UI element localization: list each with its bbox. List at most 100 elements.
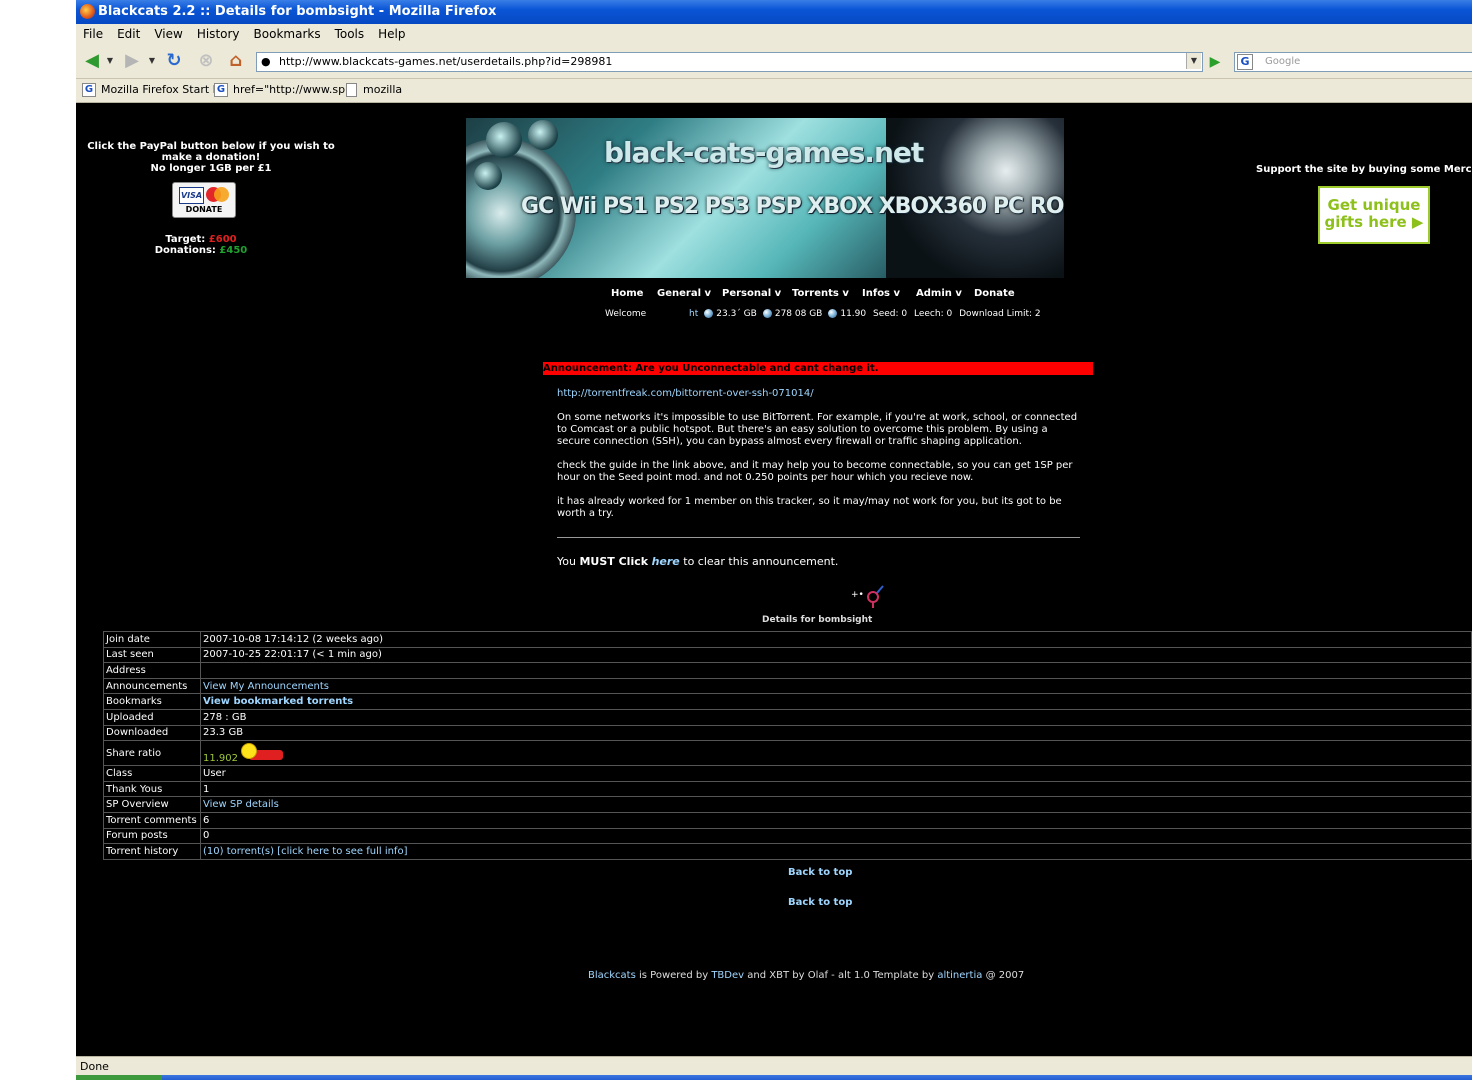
row-label: Downloaded bbox=[103, 724, 201, 742]
menu-history[interactable]: History bbox=[190, 24, 247, 41]
view-announcements-link[interactable]: View My Announcements bbox=[203, 681, 329, 692]
menu-file[interactable]: File bbox=[76, 24, 110, 41]
firefox-window: Blackcats 2.2 :: Details for bombsight -… bbox=[76, 0, 1472, 1080]
table-row: Announcements View My Announcements bbox=[103, 677, 1472, 695]
paypal-donate-button[interactable]: VISA DONATE bbox=[172, 182, 236, 218]
tbdev-link[interactable]: TBDev bbox=[711, 970, 744, 981]
row-label: Uploaded bbox=[103, 708, 201, 726]
downloaded-amount: 23.3´ GB bbox=[716, 309, 757, 319]
announcement-paragraph: On some networks it's impossible to use … bbox=[557, 412, 1078, 447]
page-content: Click the PayPal button below if you wis… bbox=[76, 103, 1472, 1056]
altinertia-link[interactable]: altinertia bbox=[937, 970, 982, 981]
reload-icon[interactable]: ↻ bbox=[162, 50, 186, 72]
menu-bookmarks[interactable]: Bookmarks bbox=[247, 24, 328, 41]
page-footer: Blackcats is Powered by TBDev and XBT by… bbox=[588, 970, 1024, 981]
table-row: Last seen 2007-10-25 22:01:17 (< 1 min ag… bbox=[103, 646, 1472, 664]
table-row: Share ratio 11.902 bbox=[103, 740, 1472, 767]
forward-dropdown-icon[interactable]: ▼ bbox=[146, 50, 158, 72]
row-label: Last seen bbox=[103, 646, 201, 664]
menu-edit[interactable]: Edit bbox=[110, 24, 147, 41]
google-search-icon[interactable]: G bbox=[1237, 54, 1253, 70]
gifts-line: gifts here ▶ bbox=[1324, 213, 1424, 231]
download-limit: Download Limit: 2 bbox=[959, 309, 1041, 319]
nav-infos[interactable]: Infos v bbox=[862, 288, 900, 299]
table-row: Uploaded 278 : GB bbox=[103, 708, 1472, 726]
taskbar bbox=[76, 1075, 1472, 1080]
search-box[interactable]: G Google bbox=[1234, 52, 1472, 72]
nav-personal[interactable]: Personal v bbox=[722, 288, 781, 299]
navigation-toolbar: ◀ ▼ ▶ ▼ ↻ ⊗ ⌂ ● http://www.blackcats-gam… bbox=[76, 45, 1472, 79]
donate-label: DONATE bbox=[185, 205, 223, 214]
bubble-graphic bbox=[474, 162, 502, 190]
upload-globe-icon bbox=[762, 309, 772, 318]
bookmark-href[interactable]: Ghref="http://www.sp... bbox=[214, 83, 356, 97]
back-dropdown-icon[interactable]: ▼ bbox=[104, 50, 116, 72]
nav-torrents[interactable]: Torrents v bbox=[792, 288, 849, 299]
menu-view[interactable]: View bbox=[147, 24, 189, 41]
ratio-globe-icon bbox=[828, 309, 838, 318]
user-details-table: Join date 2007-10-08 17:14:12 (2 weeks ag… bbox=[103, 631, 1472, 860]
banner-site-name: black-cats-games.net bbox=[604, 136, 924, 169]
torrent-history-link[interactable]: (10) torrent(s) [click here to see full … bbox=[203, 846, 407, 857]
target-value: £600 bbox=[208, 234, 237, 245]
row-label: Thank Yous bbox=[103, 780, 201, 798]
row-label: Bookmarks bbox=[103, 693, 201, 710]
table-row: Forum posts 0 bbox=[103, 827, 1472, 845]
target-label: Target: bbox=[165, 234, 206, 245]
row-label: Announcements bbox=[103, 677, 201, 695]
go-arrow-icon[interactable]: ▶ bbox=[1206, 53, 1224, 71]
bookmark-firefox-start[interactable]: G Mozilla Firefox Start P... bbox=[82, 83, 228, 97]
menu-tools[interactable]: Tools bbox=[328, 24, 372, 41]
url-bar[interactable]: ● http://www.blackcats-games.net/userdet… bbox=[256, 52, 1203, 72]
row-label: SP Overview bbox=[103, 796, 201, 813]
gender-icon: +• bbox=[851, 585, 884, 608]
username-link[interactable]: ht bbox=[689, 309, 698, 319]
url-dropdown-icon[interactable]: ▼ bbox=[1186, 53, 1201, 69]
table-row: Downloaded 23.3 GB bbox=[103, 724, 1472, 742]
table-row: Address bbox=[103, 662, 1472, 679]
footer-text: @ 2007 bbox=[985, 970, 1025, 981]
must-suffix: to clear this announcement. bbox=[683, 555, 839, 568]
nav-admin[interactable]: Admin v bbox=[916, 288, 962, 299]
forward-arrow-icon[interactable]: ▶ bbox=[120, 50, 144, 72]
back-arrow-icon[interactable]: ◀ bbox=[80, 50, 104, 72]
table-row: Torrent history (10) torrent(s) [click he… bbox=[103, 843, 1472, 860]
start-button[interactable] bbox=[76, 1075, 162, 1080]
donations-value: £450 bbox=[219, 245, 248, 256]
home-icon[interactable]: ⌂ bbox=[224, 50, 248, 72]
row-label: Torrent comments bbox=[103, 811, 201, 829]
banner-platforms: GC Wii PS1 PS2 PS3 PSP XBOX XBOX360 PC R… bbox=[521, 194, 1064, 219]
row-label: Join date bbox=[103, 631, 201, 648]
ratio-value: 11.90 bbox=[840, 309, 867, 319]
seed-count: Seed: 0 bbox=[873, 309, 908, 319]
status-text: Done bbox=[80, 1060, 109, 1073]
site-banner[interactable]: black-cats-games.net GC Wii PS1 PS2 PS3 … bbox=[466, 118, 1064, 278]
view-bookmarks-link[interactable]: View bookmarked torrents bbox=[203, 696, 353, 707]
announcement-link[interactable]: http://torrentfreak.com/bittorrent-over-… bbox=[557, 388, 814, 399]
user-stats-line: Welcome ht 23.3´ GB 278 08 GB 11.90 Seed: 0… bbox=[605, 309, 1075, 319]
blackcats-link[interactable]: Blackcats bbox=[588, 970, 636, 981]
back-to-top-link[interactable]: Back to top bbox=[788, 897, 852, 908]
row-value: 1 bbox=[200, 780, 1472, 798]
back-to-top-link[interactable]: Back to top bbox=[788, 867, 852, 878]
leech-count: Leech: 0 bbox=[914, 309, 953, 319]
gifts-button[interactable]: Get unique gifts here ▶ bbox=[1318, 186, 1430, 244]
bookmark-mozilla[interactable]: mozilla bbox=[346, 83, 402, 97]
stop-icon[interactable]: ⊗ bbox=[194, 50, 218, 72]
menu-help[interactable]: Help bbox=[371, 24, 412, 41]
clear-announcement-link[interactable]: here bbox=[652, 555, 680, 568]
nav-home[interactable]: Home bbox=[611, 288, 643, 299]
nav-general[interactable]: General v bbox=[657, 288, 711, 299]
visa-logo: VISA bbox=[179, 187, 204, 204]
table-row: Torrent comments 6 bbox=[103, 811, 1472, 829]
announcement-body: http://torrentfreak.com/bittorrent-over-… bbox=[557, 388, 1082, 532]
url-text: http://www.blackcats-games.net/userdetai… bbox=[279, 55, 613, 68]
paypal-text-line: make a donation! bbox=[161, 152, 261, 163]
merchandise-text: Support the site by buying some Merchan bbox=[1256, 164, 1472, 175]
row-label: Class bbox=[103, 765, 201, 782]
details-title: Details for bombsight bbox=[762, 615, 873, 625]
share-ratio-value: 11.902 bbox=[203, 752, 238, 764]
view-sp-details-link[interactable]: View SP details bbox=[203, 799, 279, 810]
row-value: User bbox=[200, 765, 1472, 782]
nav-donate[interactable]: Donate bbox=[974, 288, 1015, 299]
